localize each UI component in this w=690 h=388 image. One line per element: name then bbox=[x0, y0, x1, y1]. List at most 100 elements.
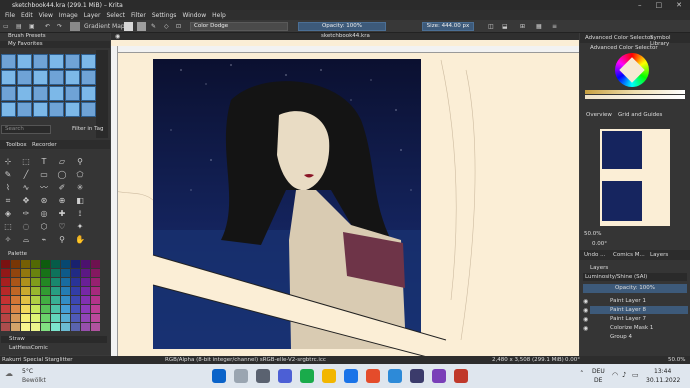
rect-select-icon[interactable]: ⬚ bbox=[3, 222, 13, 232]
keyboard-lang[interactable]: DEU bbox=[592, 368, 605, 375]
palette-swatch[interactable] bbox=[71, 287, 80, 295]
brush-preset[interactable] bbox=[49, 86, 64, 101]
document-tab[interactable]: sketchbook44.kra bbox=[321, 33, 370, 40]
minimize-icon[interactable]: – bbox=[638, 1, 642, 9]
bezier-select-icon[interactable]: ⌓ bbox=[21, 235, 31, 245]
palette-swatch[interactable] bbox=[71, 314, 80, 322]
tab-layers[interactable]: Layers bbox=[650, 252, 668, 258]
chrome-icon[interactable] bbox=[366, 369, 380, 383]
palette-swatch[interactable] bbox=[71, 260, 80, 268]
keyboard-region[interactable]: DE bbox=[594, 377, 602, 384]
favorites-select[interactable]: My Favorites bbox=[0, 41, 110, 48]
palette-swatch[interactable] bbox=[91, 269, 100, 277]
brush-preset[interactable] bbox=[33, 54, 48, 69]
visibility-eye-icon[interactable]: ◉ bbox=[583, 316, 588, 323]
palette-swatch[interactable] bbox=[21, 296, 30, 304]
menu-file[interactable]: File bbox=[2, 12, 18, 19]
select-icon[interactable]: ⬚ bbox=[21, 157, 31, 167]
palette-swatch[interactable] bbox=[61, 260, 70, 268]
brush-preset[interactable] bbox=[1, 54, 16, 69]
tray-chevron-icon[interactable]: ˄ bbox=[580, 370, 584, 378]
palette-swatch[interactable] bbox=[11, 314, 20, 322]
store-icon[interactable] bbox=[388, 369, 402, 383]
overview-zoom[interactable]: 50.0% bbox=[584, 231, 601, 237]
layer-row[interactable]: Colorize Mask 1 bbox=[590, 324, 688, 332]
save-icon[interactable]: ▣ bbox=[29, 22, 35, 31]
palette-swatch[interactable] bbox=[71, 323, 80, 331]
palette-swatch[interactable] bbox=[51, 278, 60, 286]
overview-thumbnail[interactable] bbox=[600, 129, 670, 226]
brush-search-input[interactable]: Search bbox=[1, 125, 51, 134]
tab-advanced-color-selector[interactable]: Advanced Color Selector bbox=[585, 35, 653, 41]
redo-icon[interactable]: ↷ bbox=[57, 22, 62, 31]
palette-swatch[interactable] bbox=[71, 269, 80, 277]
brush-icon[interactable]: ✎ bbox=[3, 170, 13, 180]
brush-preset[interactable] bbox=[33, 102, 48, 117]
canvas-zoom[interactable]: 50.0% bbox=[668, 357, 685, 363]
gradient-icon[interactable]: ◧ bbox=[75, 196, 85, 206]
brush-preset[interactable] bbox=[33, 70, 48, 85]
brush-preset[interactable] bbox=[17, 86, 32, 101]
palette-swatch[interactable] bbox=[51, 314, 60, 322]
menu-filter[interactable]: Filter bbox=[128, 12, 149, 19]
menu-view[interactable]: View bbox=[36, 12, 56, 19]
palette-swatch[interactable] bbox=[91, 314, 100, 322]
wrap-icon[interactable]: ⊞ bbox=[520, 22, 525, 31]
palette-swatch[interactable] bbox=[31, 323, 40, 331]
menu-window[interactable]: Window bbox=[179, 12, 209, 19]
weather-temp[interactable]: 5°C bbox=[22, 368, 33, 375]
layer-opacity-slider[interactable]: Opacity: 100% bbox=[583, 284, 687, 293]
palette-swatch[interactable] bbox=[21, 314, 30, 322]
palette-swatch[interactable] bbox=[41, 287, 50, 295]
wifi-icon[interactable]: ◠ bbox=[612, 371, 618, 379]
brush-preset[interactable] bbox=[81, 86, 96, 101]
gradient-swatch[interactable] bbox=[70, 22, 80, 31]
app-icon[interactable] bbox=[454, 369, 468, 383]
palette-swatch[interactable] bbox=[11, 296, 20, 304]
pan-icon[interactable]: ✋ bbox=[75, 235, 85, 245]
magnetic-select-icon[interactable]: ⌁ bbox=[39, 235, 49, 245]
tab-comics-manager[interactable]: Comics M... bbox=[613, 252, 645, 258]
palette-swatch[interactable] bbox=[41, 269, 50, 277]
task-view-icon[interactable] bbox=[256, 369, 270, 383]
tab-toolbox[interactable]: Toolbox bbox=[6, 142, 27, 148]
edge-icon[interactable] bbox=[344, 369, 358, 383]
palette-swatch[interactable] bbox=[71, 296, 80, 304]
menu-select[interactable]: Select bbox=[103, 12, 128, 19]
palette-name[interactable]: Straw bbox=[1, 336, 107, 343]
palette-swatch[interactable] bbox=[1, 287, 10, 295]
palette-swatch[interactable] bbox=[41, 260, 50, 268]
brush-preset[interactable] bbox=[65, 70, 80, 85]
ellipse-icon[interactable]: ◯ bbox=[57, 170, 67, 180]
line-icon[interactable]: ╱ bbox=[21, 170, 31, 180]
undo-icon[interactable]: ↶ bbox=[45, 22, 50, 31]
measure-icon[interactable]: ⊕ bbox=[57, 196, 67, 206]
palette-swatch[interactable] bbox=[41, 296, 50, 304]
colorize-icon[interactable]: ◎ bbox=[39, 209, 49, 219]
zoom-icon[interactable]: ⚲ bbox=[57, 235, 67, 245]
palette-swatch[interactable] bbox=[51, 269, 60, 277]
spotify-icon[interactable] bbox=[300, 369, 314, 383]
palette-swatch[interactable] bbox=[1, 296, 10, 304]
brush-preset[interactable] bbox=[81, 54, 96, 69]
smart-patch-icon[interactable]: ✚ bbox=[57, 209, 67, 219]
menu-layer[interactable]: Layer bbox=[81, 12, 104, 19]
palette-swatch[interactable] bbox=[21, 260, 30, 268]
palette-swatch[interactable] bbox=[31, 278, 40, 286]
visibility-eye-icon[interactable]: ◉ bbox=[583, 325, 588, 332]
search-icon[interactable] bbox=[234, 369, 248, 383]
move-icon[interactable]: ✥ bbox=[21, 196, 31, 206]
palette-swatch[interactable] bbox=[51, 305, 60, 313]
dock-icon[interactable]: ≡ bbox=[552, 22, 557, 31]
palette-swatch[interactable] bbox=[81, 296, 90, 304]
visibility-eye-icon[interactable]: ◉ bbox=[583, 307, 588, 314]
assistant-icon[interactable]: ⟟ bbox=[75, 209, 85, 219]
palette-swatch[interactable] bbox=[1, 323, 10, 331]
palette-swatch[interactable] bbox=[31, 287, 40, 295]
layer-row[interactable]: Group 4 bbox=[590, 333, 688, 341]
calligraphy-icon[interactable]: ⚲ bbox=[75, 157, 85, 167]
canvas[interactable] bbox=[111, 40, 579, 356]
palette-swatch[interactable] bbox=[11, 287, 20, 295]
clock-date[interactable]: 30.11.2022 bbox=[646, 377, 680, 384]
mirror-h-icon[interactable]: ◫ bbox=[488, 22, 494, 31]
